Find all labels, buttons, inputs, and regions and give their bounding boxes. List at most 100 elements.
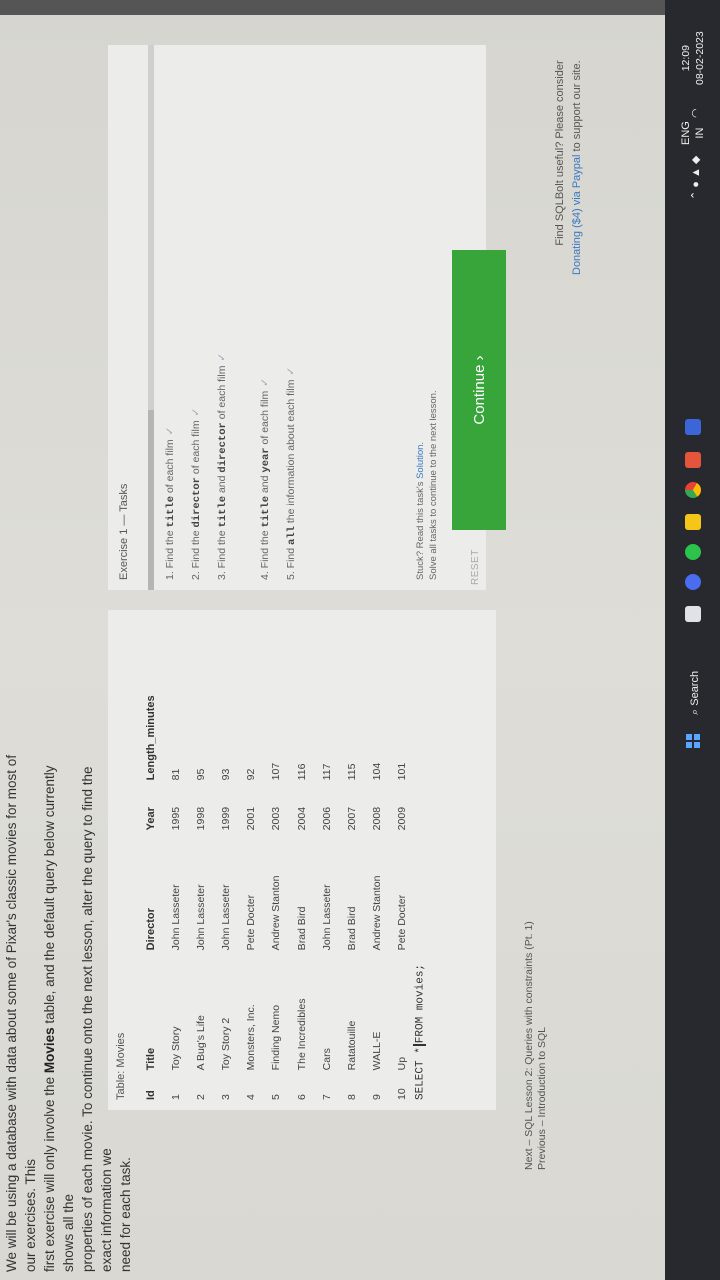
table-cell: John Lasseter [219, 884, 232, 951]
task-item: 2. Find the director of each film ✓ [190, 408, 203, 580]
table-label: Table: Movies [115, 1032, 127, 1100]
table-cell: 4 [245, 1094, 258, 1100]
screen: We will be using a database with data ab… [0, 0, 720, 1280]
table-row: 3 Toy Story 2 John Lasseter 1999 93 [213, 687, 238, 1110]
windows-start-icon[interactable] [686, 734, 700, 748]
checkmark-icon: ✓ [190, 407, 202, 417]
checkmark-icon: ✓ [216, 352, 228, 362]
table-cell: 5 [270, 1094, 283, 1100]
checkmark-icon: ✓ [164, 426, 176, 436]
table-cell: 116 [295, 763, 308, 781]
table-cell: John Lasseter [169, 884, 182, 951]
support-line: Find SQLBolt useful? Please consider [554, 60, 566, 246]
table-cell: Andrew Stanton [270, 875, 283, 951]
donate-link[interactable]: Donating ($4) via Paypal [571, 155, 583, 275]
previous-lesson-link[interactable]: Previous – Introduction to SQL [536, 921, 549, 1170]
table-row: 8 Ratatouille Brad Bird 2007 115 [339, 687, 364, 1110]
support-message: Find SQLBolt useful? Please consider Don… [552, 60, 586, 275]
table-cell: Brad Bird [345, 906, 358, 951]
table-cell: 2004 [295, 806, 308, 831]
table-cell: Brad Bird [295, 906, 308, 951]
task-text: the information about each film [285, 379, 297, 527]
task-code: director [191, 477, 203, 528]
table-row: 4 Monsters, Inc. Pete Docter 2001 92 [239, 687, 264, 1110]
scroll-thumb[interactable] [148, 410, 154, 590]
task-item: 1. Find the title of each film ✓ [164, 427, 177, 580]
table-cell: 95 [194, 768, 207, 781]
table-row: 7 Cars John Lasseter 2006 117 [314, 687, 339, 1110]
task-item: 4. Find the title and year of each film ✓ [259, 378, 272, 580]
table-cell: Ratatouille [345, 1020, 358, 1071]
table-cell: 2003 [270, 806, 283, 831]
table-cell: Toy Story [169, 1026, 182, 1071]
task-text: 3. Find the [216, 527, 228, 580]
exercise-title: Exercise 1 — Tasks [118, 483, 130, 580]
table-cell: 107 [270, 762, 283, 781]
whatsapp-app-icon[interactable] [685, 544, 701, 560]
checkmark-icon: ✓ [259, 377, 271, 387]
teams-app-icon[interactable] [685, 574, 701, 590]
table-row: 1 Toy Story John Lasseter 1995 81 [163, 687, 188, 1110]
task-text: of each film [164, 439, 176, 496]
table-cell: Pete Docter [245, 894, 258, 951]
files-app-icon[interactable] [685, 606, 701, 622]
table-row: 2 A Bug's Life John Lasseter 1998 95 [188, 687, 213, 1110]
task-text: of each film [216, 365, 228, 423]
wifi-icon[interactable]: ◠ [689, 108, 702, 118]
query-panel: Table: Movies Id Title Director Year Len… [108, 610, 496, 1110]
vscode-app-icon[interactable] [685, 419, 701, 435]
table-cell: 8 [345, 1094, 358, 1100]
table-cell: Monsters, Inc. [245, 1004, 258, 1071]
clock-time: 12:09 [680, 45, 692, 72]
horizontal-scrollbar[interactable] [148, 45, 154, 590]
search-icon: ⌕ [689, 708, 701, 715]
table-cell: John Lasseter [320, 884, 333, 951]
taskbar-search[interactable]: ⌕ Search [689, 671, 702, 715]
help-line: Solve all tasks to continue to the next … [428, 390, 439, 580]
table-cell: 2 [194, 1094, 207, 1100]
table-cell: 1999 [219, 806, 232, 831]
solution-link[interactable]: Solution. [415, 442, 426, 479]
intro-line: first exercise will only involve the Mov… [40, 752, 78, 1272]
table-cell: 1 [169, 1094, 182, 1100]
system-clock[interactable]: 12:09 08-02-2023 [679, 31, 707, 85]
table-cell: Finding Nemo [270, 1004, 283, 1071]
table-cell: 104 [371, 762, 384, 781]
sql-query-editor[interactable]: SELECT * FROM movies; [413, 964, 426, 1100]
table-cell: 2009 [396, 806, 409, 831]
query-text: FROM movies; [414, 963, 427, 1044]
exercise-panel: Exercise 1 — Tasks 1. Find the title of … [108, 45, 486, 590]
table-cell: 7 [320, 1094, 333, 1100]
table-cell: 2008 [371, 806, 384, 831]
taskbar: ⌕ Search ⌃ ● ▲ ◆ ENG IN ◠ 12:09 08-02-2023 [665, 0, 720, 1280]
task-item: 5. Find all the information about each f… [285, 367, 298, 580]
column-header: Year [145, 807, 157, 831]
table-cell: 92 [245, 768, 258, 781]
help-text: Stuck? Read this task's Solution. Solve … [414, 390, 440, 580]
table-cell: Cars [320, 1048, 333, 1071]
table-cell: 6 [295, 1094, 308, 1100]
chrome-app-icon[interactable] [685, 482, 701, 498]
search-label: Search [689, 670, 701, 706]
language-indicator[interactable]: ENG IN [679, 121, 707, 145]
table-cell: 10 [396, 1088, 409, 1100]
system-tray-icons[interactable]: ⌃ ● ▲ ◆ [689, 156, 702, 200]
brave-app-icon[interactable] [685, 452, 701, 468]
table-cell: 101 [396, 762, 409, 781]
file-explorer-icon[interactable] [685, 514, 701, 530]
support-text-part: to support our site. [571, 60, 583, 155]
table-cell: 2007 [345, 806, 358, 831]
table-cell: 93 [219, 768, 232, 781]
reset-button[interactable]: RESET [470, 549, 481, 585]
lesson-nav: Next – SQL Lesson 2: Queries with constr… [523, 921, 549, 1170]
column-header: Director [145, 908, 157, 951]
continue-button[interactable]: Continue › [452, 250, 506, 530]
table-cell: 3 [219, 1094, 232, 1100]
task-text: and [259, 472, 271, 496]
next-lesson-link[interactable]: Next – SQL Lesson 2: Queries with constr… [523, 921, 536, 1170]
query-text: SELECT * [414, 1047, 427, 1100]
table-cell: Up [396, 1056, 409, 1071]
task-code: title [217, 495, 229, 528]
table-row: 5 Finding Nemo Andrew Stanton 2003 107 [264, 687, 289, 1110]
window-edge [0, 0, 665, 15]
